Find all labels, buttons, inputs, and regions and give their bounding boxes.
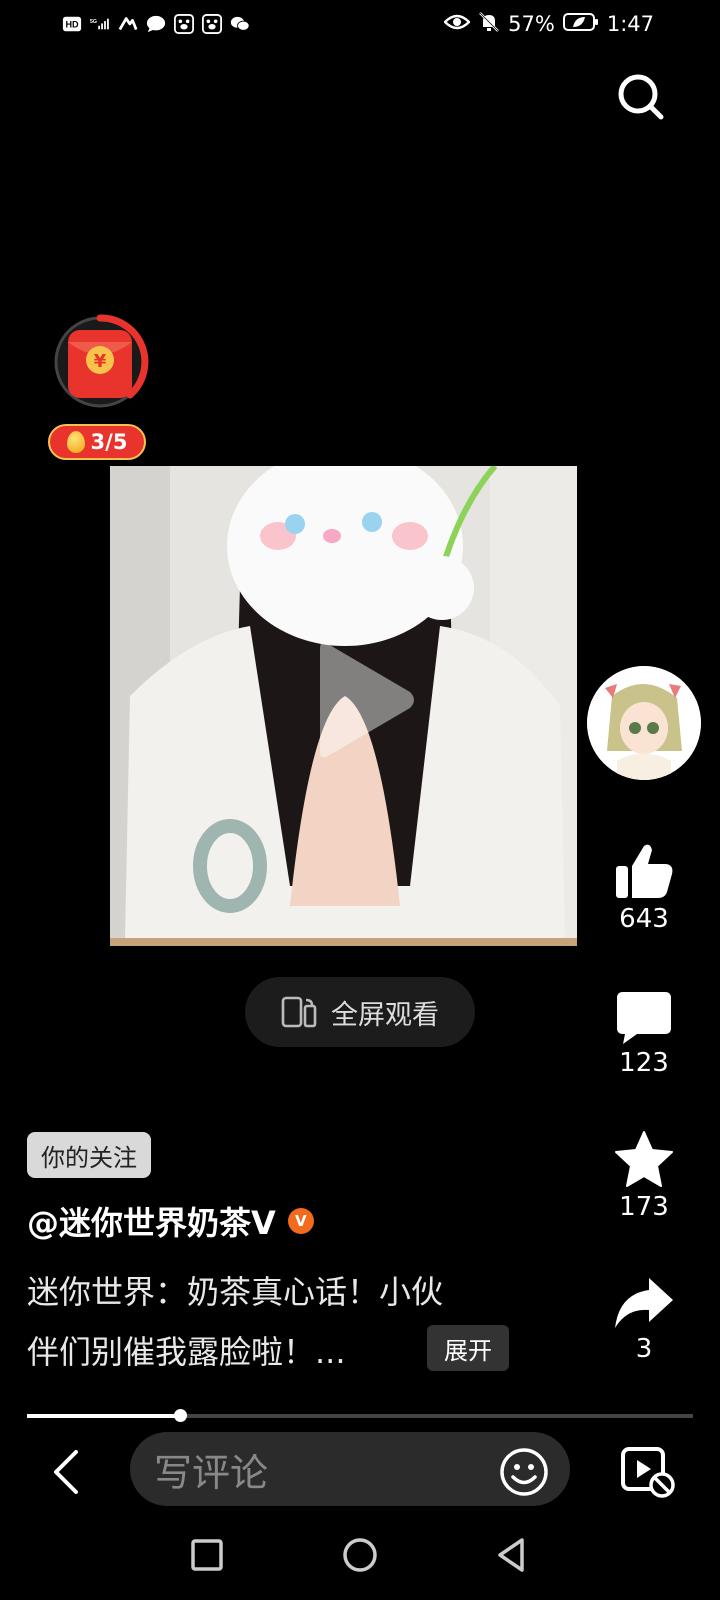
chevron-left-icon (54, 1450, 78, 1494)
progress-knob[interactable] (174, 1409, 187, 1422)
fullscreen-label: 全屏观看 (331, 999, 439, 1031)
play-button[interactable] (310, 640, 420, 760)
verified-badge-icon: V (287, 1208, 314, 1234)
fullscreen-button[interactable]: 全屏观看 (245, 977, 475, 1047)
clock: 1:47 (606, 12, 654, 36)
author-avatar[interactable] (587, 666, 701, 780)
square-icon (191, 1539, 223, 1571)
status-bar-right: 57% 1:47 (443, 10, 654, 38)
golden-egg-icon (66, 431, 85, 453)
back-button[interactable] (46, 1448, 86, 1496)
eye-icon (443, 12, 471, 36)
svg-text:¥: ¥ (94, 351, 107, 372)
message-icon (146, 14, 166, 34)
author-name-row[interactable]: @迷你世界奶茶V V (27, 1198, 314, 1244)
back-nav-button[interactable] (492, 1535, 532, 1575)
emoji-button[interactable] (498, 1446, 550, 1498)
description-line-1: 迷你世界：奶茶真心话！小伙 (27, 1273, 444, 1311)
comment-icon (617, 992, 671, 1044)
hd-icon: HD (62, 14, 82, 34)
share-button[interactable]: 3 (596, 1276, 692, 1364)
circle-icon (343, 1538, 377, 1572)
red-envelope-counter[interactable]: 3/5 (48, 424, 146, 460)
battery-text: 57% (508, 12, 555, 36)
comment-button[interactable]: 123 (596, 990, 692, 1078)
comment-count: 123 (619, 1048, 669, 1078)
bell-mute-icon (478, 11, 500, 38)
thumbs-up-icon (616, 844, 673, 898)
video-block-icon (621, 1447, 675, 1498)
share-count: 3 (635, 1334, 653, 1364)
search-button[interactable] (616, 72, 666, 122)
search-icon (618, 74, 664, 120)
author-name[interactable]: @迷你世界奶茶V (27, 1198, 276, 1244)
baidu-paw-icon (202, 14, 222, 34)
progress-fill (27, 1414, 180, 1418)
red-envelope-icon: ¥ (68, 330, 132, 398)
like-count: 643 (619, 904, 669, 934)
star-icon (615, 1131, 673, 1187)
5g-signal-icon: 5G (90, 14, 110, 34)
counter-text: 3/5 (90, 430, 128, 454)
status-bar-left: HD 5G (62, 10, 250, 38)
expand-button[interactable]: 展开 (427, 1325, 509, 1371)
home-button[interactable] (340, 1535, 380, 1575)
follow-tag: 你的关注 (27, 1132, 151, 1178)
svg-text:HD: HD (65, 20, 79, 30)
hiking-app-icon (118, 14, 138, 34)
video-block-button[interactable] (620, 1443, 676, 1499)
favorite-button[interactable]: 173 (596, 1130, 692, 1222)
wechat-icon (230, 14, 250, 34)
comment-placeholder: 写评论 (154, 1450, 269, 1495)
play-icon (320, 642, 414, 758)
baidu-paw-icon (174, 14, 194, 34)
favorite-count: 173 (619, 1192, 669, 1222)
fullscreen-rotate-icon (281, 996, 317, 1028)
red-envelope-widget[interactable]: ¥ (52, 312, 152, 412)
battery-icon (562, 12, 599, 37)
like-button[interactable]: 643 (596, 842, 692, 934)
smiley-icon (500, 1448, 548, 1496)
anime-avatar (587, 666, 701, 780)
recent-apps-button[interactable] (187, 1535, 227, 1575)
svg-text:5G: 5G (90, 19, 97, 25)
triangle-back-icon (498, 1538, 524, 1572)
share-arrow-icon (615, 1278, 673, 1328)
